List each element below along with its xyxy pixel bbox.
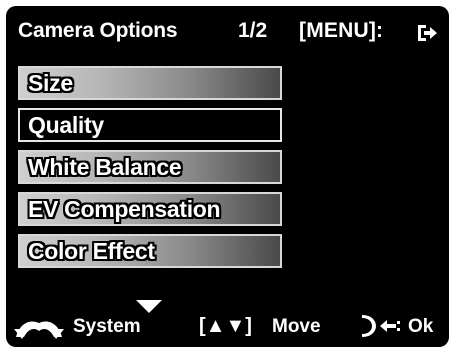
page-indicator: 1/2 bbox=[238, 19, 268, 42]
menu-item-white-balance[interactable]: White Balance bbox=[18, 150, 282, 184]
menu-item-ev-compensation[interactable]: EV Compensation bbox=[18, 192, 282, 226]
footer-hints: System [▲▼] Move Ok bbox=[6, 300, 449, 347]
up-down-keys-hint: [▲▼] bbox=[199, 315, 252, 337]
system-hint-label: System bbox=[73, 316, 141, 337]
header-bar: Camera Options 1/2 [MENU]: bbox=[6, 6, 449, 58]
menu-item-label: Color Effect bbox=[28, 238, 155, 264]
page-title: Camera Options bbox=[18, 19, 178, 42]
camera-screen: Camera Options 1/2 [MENU]: Size Quality … bbox=[6, 6, 449, 347]
menu-item-label: EV Compensation bbox=[28, 196, 221, 222]
ok-button-icon bbox=[362, 315, 400, 337]
exit-arrow-icon[interactable] bbox=[416, 23, 438, 43]
menu-item-label: White Balance bbox=[28, 154, 182, 180]
menu-exit-hint: [MENU]: bbox=[299, 19, 384, 42]
menu-item-size[interactable]: Size bbox=[18, 66, 282, 100]
ok-hint-label: Ok bbox=[408, 316, 434, 337]
system-arrows-icon bbox=[14, 321, 64, 339]
down-triangle-icon bbox=[136, 300, 162, 313]
menu-item-label: Size bbox=[28, 70, 73, 96]
menu-item-label: Quality bbox=[28, 112, 104, 138]
menu-item-quality[interactable]: Quality bbox=[18, 108, 282, 142]
menu-item-color-effect[interactable]: Color Effect bbox=[18, 234, 282, 268]
options-menu: Size Quality White Balance EV Compensati… bbox=[18, 66, 282, 276]
move-hint-label: Move bbox=[272, 316, 321, 337]
